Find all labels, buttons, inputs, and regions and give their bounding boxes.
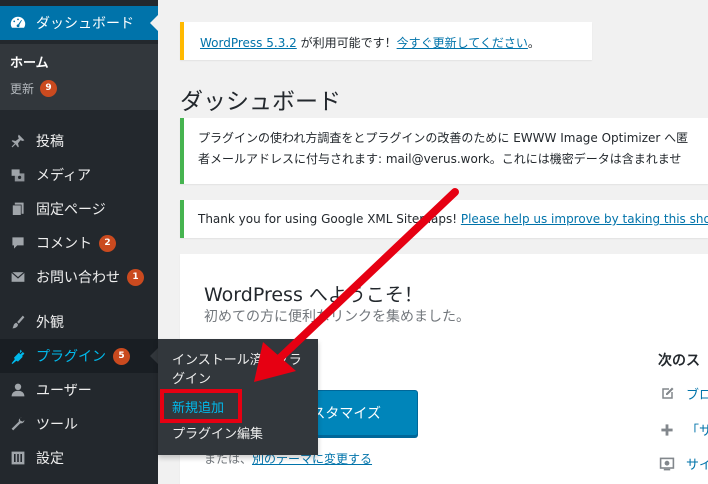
update-now-link[interactable]: 今すぐ更新してください [397,36,528,50]
sidebar-item-label: メディア [36,168,92,184]
flyout-plugin-editor[interactable]: プラグイン編集 [172,425,263,444]
next-step-view-link[interactable]: サイ [686,454,708,473]
update-notice-end: 。 [527,36,540,50]
sitemaps-notice: Thank you for using Google XML Sitemaps!… [180,200,708,238]
plugin-icon [0,348,36,364]
sidebar-item-label: 固定ページ [36,202,106,218]
sidebar-item-contact[interactable]: お問い合わせ 1 [0,260,158,294]
sidebar-item-tools[interactable]: ツール [0,407,158,441]
sidebar-item-label: 投稿 [36,134,64,150]
next-step-add-link[interactable]: 「サ [686,420,708,439]
update-notice-text: が利用可能です！ [296,36,397,50]
submenu-home-label: ホーム [10,56,49,71]
customize-button-label: スタマイズ [311,406,381,422]
flyout-editor-label: プラグイン編集 [172,427,264,442]
highlight-box [160,389,242,423]
sidebar-item-label: お問い合わせ [36,270,120,286]
submenu-updates[interactable]: 更新 9 [10,80,58,97]
sidebar-item-users[interactable]: ユーザー [0,373,158,407]
ewww-notice-line2: 者メールアドレスに付与されます: mail@verus.work。これには機密デ… [198,152,682,166]
user-icon [0,382,36,398]
submenu-home[interactable]: ホーム [10,52,49,71]
view-icon [658,456,676,472]
current-arrow [150,15,158,31]
sidebar-item-comments[interactable]: コメント 2 [0,226,158,260]
sidebar-item-appearance[interactable]: 外観 [0,305,158,339]
sitemaps-feedback-link[interactable]: Please help us improve by taking this sh… [461,212,708,226]
contact-count-badge: 1 [127,268,144,286]
comments-count-badge: 2 [99,234,116,252]
comment-icon [0,235,36,251]
wordpress-version-link[interactable]: WordPress 5.3.2 [200,36,297,50]
sidebar-item-label: ツール [36,417,78,433]
sitemaps-notice-text: Thank you for using Google XML Sitemaps! [198,212,461,226]
brush-icon [0,314,36,330]
sidebar-item-media[interactable]: メディア [0,158,158,192]
settings-icon [0,450,36,466]
plugins-count-badge: 5 [113,347,130,365]
ewww-notice-line1: プラグインの使われ方調査をとプラグインの改善のために EWWW Image Op… [198,131,689,145]
mail-icon [0,269,36,285]
wrench-icon [0,416,36,432]
sidebar-item-label: コメント [36,236,92,252]
next-step-view[interactable]: サイ [658,454,708,473]
media-icon [0,167,36,183]
next-step-blog-link[interactable]: ブロ [686,384,708,403]
sidebar-item-posts[interactable]: 投稿 [0,124,158,158]
welcome-title: WordPress へようこそ！ [204,284,423,306]
next-step-add[interactable]: 「サ [658,420,708,439]
update-notice: WordPress 5.3.2 が利用可能です！今すぐ更新してください。 [180,22,592,60]
next-step-blog[interactable]: ブロ [658,384,708,403]
next-steps-title: 次のス [658,353,700,369]
sidebar-item-plugins[interactable]: プラグイン 5 [0,339,158,373]
edit-icon [658,386,676,401]
admin-sidebar: ダッシュボード ホーム 更新 9 投稿 メディア 固定ページ コメント 2 お問… [0,0,158,484]
sidebar-item-label: 設定 [36,451,64,467]
sidebar-item-dashboard[interactable]: ダッシュボード [0,6,158,40]
sidebar-item-pages[interactable]: 固定ページ [0,192,158,226]
welcome-subtitle: 初めての方に便利なリンクを集めました。 [204,309,470,325]
updates-count-badge: 9 [40,80,58,97]
sidebar-item-label: プラグイン [36,349,106,365]
sidebar-item-label: 外観 [36,315,64,331]
flyout-installed-plugins[interactable]: インストール済みプラ グイン [172,351,302,389]
dashboard-icon [0,14,36,32]
sidebar-item-label: ダッシュボード [36,16,134,32]
sidebar-item-label: ユーザー [36,383,92,399]
ewww-notice: プラグインの使われ方調査をとプラグインの改善のために EWWW Image Op… [180,118,708,184]
sidebar-item-settings[interactable]: 設定 [0,441,158,475]
plus-icon [658,423,676,437]
flyout-arrow [150,348,158,364]
dashboard-submenu: ホーム 更新 9 [0,44,158,110]
pin-icon [0,133,36,149]
page-icon [0,201,36,217]
submenu-updates-label: 更新 [10,82,35,96]
flyout-installed-line1: インストール済みプラ [172,353,302,368]
flyout-installed-line2: グイン [172,372,212,387]
page-title: ダッシュボード [180,89,341,115]
